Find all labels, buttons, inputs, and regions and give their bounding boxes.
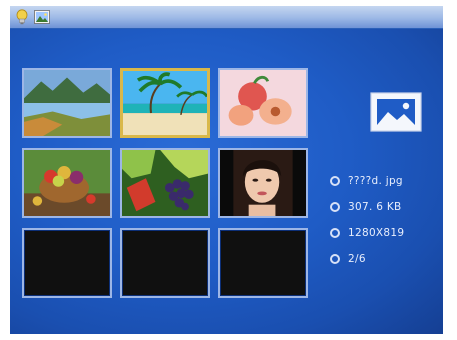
- thumbnail-peaches[interactable]: [218, 68, 308, 138]
- bullet-icon: [330, 254, 340, 264]
- photo-icon[interactable]: [34, 9, 50, 25]
- bullet-icon: [330, 176, 340, 186]
- info-resolution: 1280X819: [330, 226, 440, 252]
- info-filesize: 307. 6 KB: [330, 200, 440, 226]
- info-position: 2/6: [330, 252, 440, 278]
- position-text: 2/6: [348, 253, 366, 265]
- bullet-icon: [330, 228, 340, 238]
- thumbnail-grid: [22, 68, 322, 308]
- file-info-panel: ????d. jpg 307. 6 KB 1280X819 2/6: [330, 174, 440, 278]
- photo-preview-icon: [370, 92, 422, 132]
- thumbnail-landscape[interactable]: [22, 68, 112, 138]
- filename-text: ????d. jpg: [348, 175, 403, 187]
- thumbnail-empty-slot[interactable]: [22, 228, 112, 298]
- thumbnail-fruit-basket[interactable]: [22, 148, 112, 218]
- thumbnail-beach-selected[interactable]: [120, 68, 210, 138]
- thumbnail-grapes[interactable]: [120, 148, 210, 218]
- bullet-icon: [330, 202, 340, 212]
- top-toolbar: [10, 6, 443, 29]
- filesize-text: 307. 6 KB: [348, 201, 402, 213]
- thumbnail-portrait[interactable]: [218, 148, 308, 218]
- resolution-text: 1280X819: [348, 227, 405, 239]
- thumbnail-empty-slot[interactable]: [120, 228, 210, 298]
- info-filename: ????d. jpg: [330, 174, 440, 200]
- photo-frame-screen: ????d. jpg 307. 6 KB 1280X819 2/6: [10, 6, 443, 334]
- lightbulb-icon[interactable]: [14, 9, 30, 25]
- thumbnail-empty-slot[interactable]: [218, 228, 308, 298]
